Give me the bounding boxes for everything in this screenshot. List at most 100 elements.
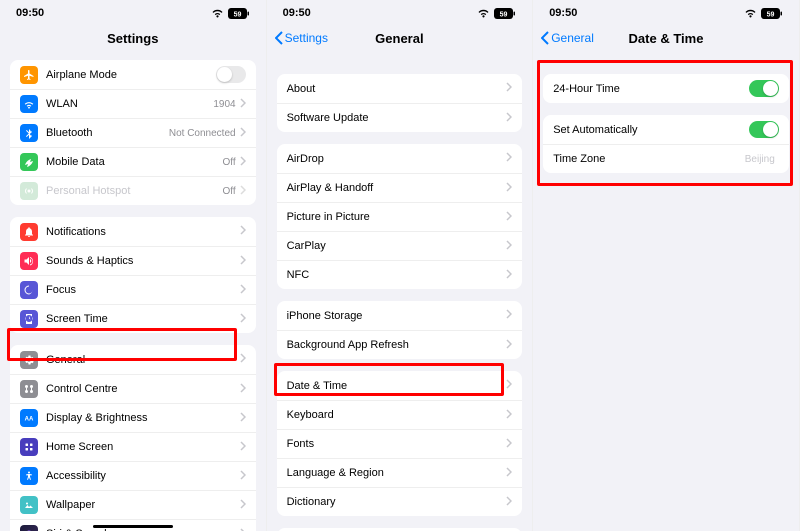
chevron-right-icon xyxy=(506,309,512,322)
general-group-storage: iPhone Storage Background App Refresh xyxy=(277,301,523,359)
row-label: Time Zone xyxy=(553,153,745,165)
row-about[interactable]: About xyxy=(277,74,523,103)
focus-icon xyxy=(20,281,38,299)
navbar: General Date & Time xyxy=(533,22,799,54)
svg-text:AA: AA xyxy=(25,417,34,423)
auto-toggle[interactable] xyxy=(749,121,779,138)
chevron-right-icon xyxy=(506,82,512,95)
row-screen-time[interactable]: Screen Time xyxy=(10,304,256,333)
airplane-icon xyxy=(20,66,38,84)
row-accessibility[interactable]: Accessibility xyxy=(10,461,256,490)
row-airdrop[interactable]: AirDrop xyxy=(277,144,523,173)
row-bg-refresh[interactable]: Background App Refresh xyxy=(277,330,523,359)
control-centre-icon xyxy=(20,380,38,398)
general-group-airdrop: AirDrop AirPlay & Handoff Picture in Pic… xyxy=(277,144,523,289)
chevron-right-icon xyxy=(240,353,246,366)
chevron-right-icon xyxy=(506,467,512,480)
row-general[interactable]: General xyxy=(10,345,256,374)
row-display[interactable]: AA Display & Brightness xyxy=(10,403,256,432)
row-set-auto[interactable]: Set Automatically xyxy=(543,115,789,144)
chevron-right-icon xyxy=(240,156,246,169)
chevron-right-icon xyxy=(506,438,512,451)
row-label: Dictionary xyxy=(287,496,507,508)
back-button[interactable]: General xyxy=(541,31,594,45)
row-wallpaper[interactable]: Wallpaper xyxy=(10,490,256,519)
row-airplane-mode[interactable]: Airplane Mode xyxy=(10,60,256,89)
row-date-time[interactable]: Date & Time xyxy=(277,371,523,400)
datetime-group-24h: 24-Hour Time xyxy=(543,74,789,103)
row-focus[interactable]: Focus xyxy=(10,275,256,304)
row-personal-hotspot: Personal Hotspot Off xyxy=(10,176,256,205)
general-group-datetime: Date & Time Keyboard Fonts Language & Re… xyxy=(277,371,523,516)
row-time-zone[interactable]: Time Zone Beijing xyxy=(543,144,789,173)
row-wlan[interactable]: WLAN 1904 xyxy=(10,89,256,118)
hotspot-icon xyxy=(20,182,38,200)
airplane-toggle[interactable] xyxy=(216,66,246,83)
row-value: 1904 xyxy=(213,99,235,110)
row-sounds[interactable]: Sounds & Haptics xyxy=(10,246,256,275)
back-button[interactable]: Settings xyxy=(275,31,328,45)
row-label: Software Update xyxy=(287,112,507,124)
chevron-right-icon xyxy=(506,339,512,352)
chevron-right-icon xyxy=(506,112,512,125)
svg-text:59: 59 xyxy=(500,11,508,18)
battery-icon: 59 xyxy=(761,8,783,19)
chevron-right-icon xyxy=(240,470,246,483)
row-language[interactable]: Language & Region xyxy=(277,458,523,487)
row-mobile-data[interactable]: Mobile Data Off xyxy=(10,147,256,176)
row-label: Focus xyxy=(46,284,240,296)
row-home-screen[interactable]: Home Screen xyxy=(10,432,256,461)
row-label: Date & Time xyxy=(287,380,507,392)
status-bar: 09:50 59 xyxy=(533,0,799,22)
notifications-icon xyxy=(20,223,38,241)
page-title: General xyxy=(375,31,423,46)
row-label: Keyboard xyxy=(287,409,507,421)
back-label: General xyxy=(551,31,594,45)
row-label: Screen Time xyxy=(46,313,240,325)
screen-settings: 09:50 59 Settings Airplane Mode WLAN 190… xyxy=(0,0,267,531)
chevron-left-icon xyxy=(541,31,549,45)
settings-group-notifications: Notifications Sounds & Haptics Focus Scr… xyxy=(10,217,256,333)
chevron-right-icon xyxy=(240,98,246,111)
display-icon: AA xyxy=(20,409,38,427)
status-bar: 09:50 59 xyxy=(267,0,533,22)
chevron-right-icon xyxy=(240,185,246,198)
row-label: CarPlay xyxy=(287,240,507,252)
chevron-left-icon xyxy=(275,31,283,45)
row-notifications[interactable]: Notifications xyxy=(10,217,256,246)
row-fonts[interactable]: Fonts xyxy=(277,429,523,458)
row-airplay[interactable]: AirPlay & Handoff xyxy=(277,173,523,202)
chevron-right-icon xyxy=(506,211,512,224)
row-nfc[interactable]: NFC xyxy=(277,260,523,289)
row-value: Off xyxy=(222,157,235,168)
siri-icon xyxy=(20,525,38,531)
row-software-update[interactable]: Software Update xyxy=(277,103,523,132)
row-label: About xyxy=(287,83,507,95)
row-24-hour[interactable]: 24-Hour Time xyxy=(543,74,789,103)
navbar: Settings xyxy=(0,22,266,54)
chevron-right-icon xyxy=(506,496,512,509)
chevron-right-icon xyxy=(240,225,246,238)
row-label: Background App Refresh xyxy=(287,339,507,351)
wifi-icon xyxy=(211,8,224,18)
screen-time-icon xyxy=(20,310,38,328)
row-label: WLAN xyxy=(46,98,213,110)
row-dictionary[interactable]: Dictionary xyxy=(277,487,523,516)
svg-text:59: 59 xyxy=(233,11,241,18)
row-value: Off xyxy=(222,186,235,197)
row-carplay[interactable]: CarPlay xyxy=(277,231,523,260)
row-label: AirPlay & Handoff xyxy=(287,182,507,194)
svg-text:59: 59 xyxy=(766,11,774,18)
row-bluetooth[interactable]: Bluetooth Not Connected xyxy=(10,118,256,147)
home-indicator[interactable] xyxy=(93,525,173,528)
24h-toggle[interactable] xyxy=(749,80,779,97)
wallpaper-icon xyxy=(20,496,38,514)
accessibility-icon xyxy=(20,467,38,485)
mobile-data-icon xyxy=(20,153,38,171)
chevron-right-icon xyxy=(506,409,512,422)
row-label: Sounds & Haptics xyxy=(46,255,240,267)
row-pip[interactable]: Picture in Picture xyxy=(277,202,523,231)
row-control-centre[interactable]: Control Centre xyxy=(10,374,256,403)
row-iphone-storage[interactable]: iPhone Storage xyxy=(277,301,523,330)
row-keyboard[interactable]: Keyboard xyxy=(277,400,523,429)
